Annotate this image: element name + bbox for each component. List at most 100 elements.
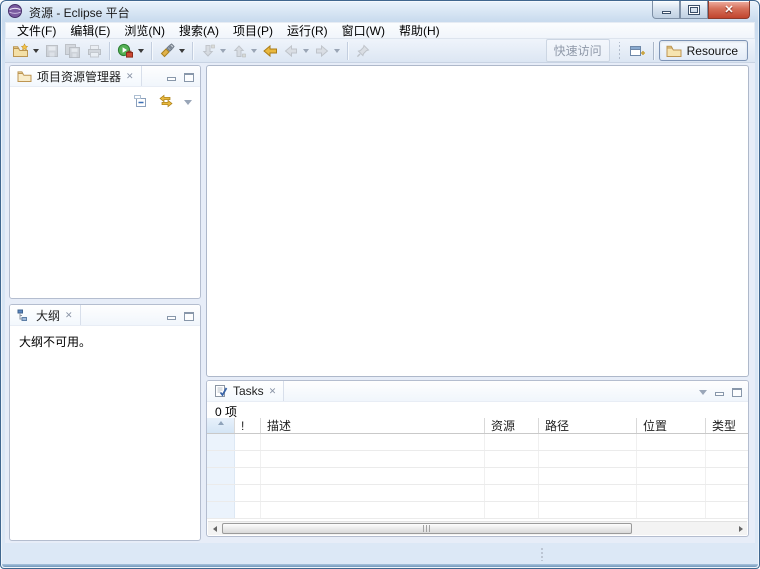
external-tools-button[interactable] xyxy=(115,41,136,61)
window-bottom-border xyxy=(2,564,758,567)
column-label: 资源 xyxy=(491,419,516,433)
column-header-type[interactable]: 类型 xyxy=(706,418,748,433)
resource-perspective-label: Resource xyxy=(686,43,738,58)
resource-folder-icon xyxy=(666,45,682,57)
link-with-editor-icon[interactable] xyxy=(158,93,174,112)
outline-view: 大纲 ✕ 大纲不可用。 xyxy=(9,304,201,541)
column-label: 描述 xyxy=(267,419,292,433)
next-annotation-button[interactable] xyxy=(198,41,218,61)
search-dropdown[interactable] xyxy=(179,49,185,53)
next-annotation-dropdown[interactable] xyxy=(220,49,226,53)
tasks-close-icon[interactable]: ✕ xyxy=(269,386,277,396)
last-edit-location-icon xyxy=(263,44,277,57)
perspective-bar-separator xyxy=(617,41,621,60)
maximize-view-icon[interactable] xyxy=(184,311,194,321)
project-explorer-close-icon[interactable]: ✕ xyxy=(126,71,134,81)
menu-project[interactable]: 项目(P) xyxy=(226,21,280,40)
forward-button[interactable] xyxy=(312,41,332,61)
search-button[interactable] xyxy=(157,41,177,61)
eclipse-logo-icon xyxy=(7,3,23,22)
back-button[interactable] xyxy=(281,41,301,61)
last-edit-location-button[interactable] xyxy=(260,41,281,61)
outline-controls xyxy=(167,309,194,323)
new-wizard-dropdown[interactable] xyxy=(33,49,39,53)
column-header-description[interactable]: 描述 xyxy=(261,418,485,433)
print-button[interactable] xyxy=(84,41,105,61)
menu-search[interactable]: 搜索(A) xyxy=(172,21,226,40)
open-perspective-icon xyxy=(629,45,645,56)
sort-ascending-icon xyxy=(217,421,224,425)
scroll-right-icon[interactable] xyxy=(734,522,747,535)
external-tools-dropdown[interactable] xyxy=(138,49,144,53)
maximize-view-icon[interactable] xyxy=(184,72,194,82)
column-header-sort[interactable] xyxy=(207,418,235,433)
forward-arrow-icon xyxy=(316,44,329,57)
project-explorer-header: 项目资源管理器 ✕ xyxy=(10,66,200,87)
column-label: 路径 xyxy=(545,419,570,433)
menu-edit[interactable]: 编辑(E) xyxy=(63,21,117,40)
tasks-controls xyxy=(699,385,742,399)
status-bar-grip[interactable] xyxy=(541,548,544,561)
view-menu-icon[interactable] xyxy=(184,100,192,105)
project-explorer-folder-icon xyxy=(17,70,32,82)
tasks-count-label: 0 项 xyxy=(215,405,238,419)
resource-perspective-button[interactable]: Resource xyxy=(658,40,748,61)
next-annotation-icon xyxy=(202,44,215,57)
column-header-location[interactable]: 位置 xyxy=(637,418,706,433)
task-row-empty xyxy=(207,502,748,519)
save-all-button[interactable] xyxy=(62,41,84,61)
new-wizard-icon xyxy=(13,42,29,57)
task-row-empty xyxy=(207,468,748,485)
perspective-separator xyxy=(652,41,655,60)
window-close-button[interactable]: ✕ xyxy=(708,1,750,19)
back-dropdown[interactable] xyxy=(303,49,309,53)
view-menu-icon[interactable] xyxy=(699,389,707,395)
column-header-path[interactable]: 路径 xyxy=(539,418,637,433)
maximize-view-icon[interactable] xyxy=(732,387,742,397)
collapse-all-icon[interactable] xyxy=(132,93,148,112)
menu-window[interactable]: 窗口(W) xyxy=(335,21,392,40)
new-wizard-button[interactable] xyxy=(10,41,31,61)
pin-editor-button[interactable] xyxy=(353,41,373,61)
previous-annotation-button[interactable] xyxy=(229,41,249,61)
previous-annotation-dropdown[interactable] xyxy=(251,49,257,53)
save-all-icon xyxy=(65,43,80,58)
editor-area xyxy=(206,65,749,377)
scrollbar-thumb[interactable] xyxy=(222,523,632,534)
column-header-resource[interactable]: 资源 xyxy=(485,418,539,433)
scroll-left-icon[interactable] xyxy=(208,522,221,535)
window-maximize-button[interactable] xyxy=(680,1,708,19)
column-label: ! xyxy=(241,418,245,433)
window-controls: ✕ xyxy=(652,1,750,19)
pin-editor-icon xyxy=(356,44,370,57)
window-minimize-button[interactable] xyxy=(652,1,680,19)
open-perspective-button[interactable] xyxy=(625,41,649,61)
menu-navigate[interactable]: 浏览(N) xyxy=(117,21,172,40)
outline-close-icon[interactable]: ✕ xyxy=(65,310,73,320)
minimize-view-icon[interactable] xyxy=(167,77,176,81)
save-button[interactable] xyxy=(42,41,62,61)
quick-access-field[interactable]: 快速访问 xyxy=(545,39,610,62)
column-header-priority[interactable]: ! xyxy=(235,418,261,433)
menu-file[interactable]: 文件(F) xyxy=(10,21,63,40)
tab-tasks[interactable]: Tasks ✕ xyxy=(207,381,285,401)
tab-project-explorer[interactable]: 项目资源管理器 ✕ xyxy=(10,66,142,86)
task-row-empty xyxy=(207,451,748,468)
menu-help[interactable]: 帮助(H) xyxy=(392,21,447,40)
project-explorer-view: 项目资源管理器 ✕ xyxy=(9,65,201,299)
minimize-view-icon[interactable] xyxy=(715,392,724,396)
tasks-table-header: ! 描述 资源 路径 位置 类型 xyxy=(207,418,748,434)
window-title: 资源 - Eclipse 平台 xyxy=(29,6,130,20)
status-bar xyxy=(5,545,755,565)
back-arrow-icon xyxy=(284,44,297,57)
minimize-view-icon[interactable] xyxy=(167,316,176,320)
outline-tab-label: 大纲 xyxy=(36,308,61,323)
title-bar[interactable]: 资源 - Eclipse 平台 xyxy=(7,3,639,22)
tab-outline[interactable]: 大纲 ✕ xyxy=(10,305,81,325)
tasks-table: ! 描述 资源 路径 位置 类型 xyxy=(207,418,748,521)
previous-annotation-icon xyxy=(233,44,246,57)
menu-run[interactable]: 运行(R) xyxy=(280,21,335,40)
tasks-horizontal-scrollbar[interactable] xyxy=(208,521,747,535)
outline-icon xyxy=(17,309,27,321)
forward-dropdown[interactable] xyxy=(334,49,340,53)
